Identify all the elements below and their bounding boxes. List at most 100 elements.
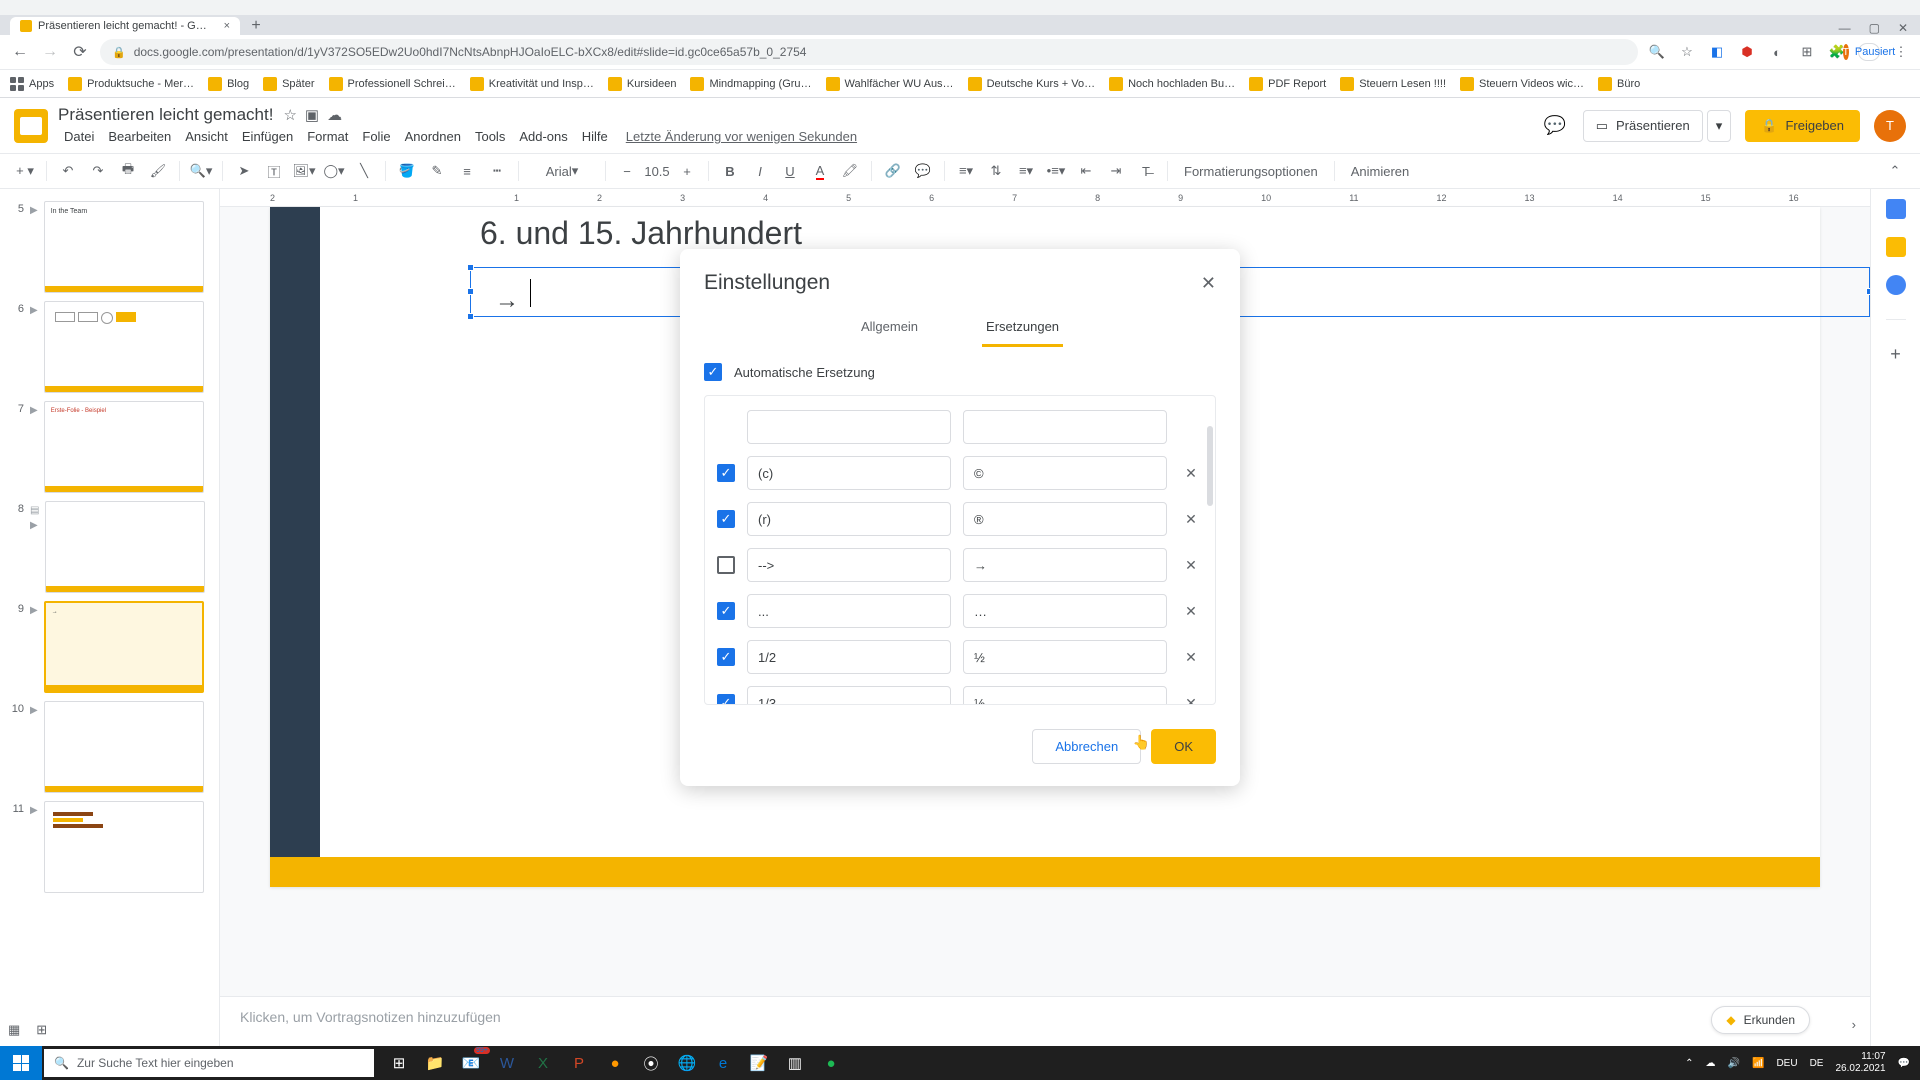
bookmark-item[interactable]: Kursideen xyxy=(608,77,677,91)
close-window-icon[interactable]: ✕ xyxy=(1898,21,1908,35)
indent-decrease-icon[interactable]: ⇤ xyxy=(1073,158,1099,184)
paint-format-icon[interactable]: 🖌 xyxy=(145,158,171,184)
menu-bearbeiten[interactable]: Bearbeiten xyxy=(102,127,177,146)
tab-general[interactable]: Allgemein xyxy=(857,309,922,347)
replace-to-input[interactable] xyxy=(963,548,1167,582)
forward-icon[interactable]: → xyxy=(40,42,60,62)
replace-to-input[interactable] xyxy=(963,594,1167,628)
slide-thumb[interactable] xyxy=(45,501,205,593)
present-dropdown[interactable]: ▾ xyxy=(1707,110,1732,142)
replace-from-input[interactable] xyxy=(747,686,951,705)
cancel-button[interactable]: Abbrechen 👆 xyxy=(1032,729,1141,764)
menu-folie[interactable]: Folie xyxy=(356,127,396,146)
cloud-icon[interactable]: ☁ xyxy=(327,106,342,124)
present-button[interactable]: ▭ Präsentieren xyxy=(1583,110,1703,142)
italic-icon[interactable]: I xyxy=(747,158,773,184)
excel-icon[interactable]: X xyxy=(526,1049,560,1077)
slide-thumb[interactable] xyxy=(44,701,204,793)
bookmark-item[interactable]: PDF Report xyxy=(1249,77,1326,91)
chrome-icon[interactable]: 🌐 xyxy=(670,1049,704,1077)
row-checkbox[interactable]: ✓ xyxy=(717,648,735,666)
print-icon[interactable]: 🖶 xyxy=(115,158,141,184)
explorer-icon[interactable]: 📁 xyxy=(418,1049,452,1077)
calendar-icon[interactable] xyxy=(1886,199,1906,219)
underline-icon[interactable]: U xyxy=(777,158,803,184)
menu-icon[interactable]: ⋮ xyxy=(1892,43,1910,61)
text-color-icon[interactable]: A xyxy=(807,158,833,184)
maximize-icon[interactable]: ▢ xyxy=(1869,21,1880,35)
fill-color-icon[interactable]: 🪣 xyxy=(394,158,420,184)
row-checkbox[interactable]: ✓ xyxy=(717,694,735,705)
bookmark-item[interactable]: Später xyxy=(263,77,314,91)
replace-to-input[interactable] xyxy=(963,640,1167,674)
language-indicator[interactable]: DEU xyxy=(1776,1058,1797,1069)
bookmark-item[interactable]: Kreativität und Insp… xyxy=(470,77,594,91)
minimize-icon[interactable]: — xyxy=(1839,21,1851,35)
highlight-icon[interactable]: 🖍 xyxy=(837,158,863,184)
bulleted-list-icon[interactable]: •≡▾ xyxy=(1043,158,1069,184)
scrollbar[interactable] xyxy=(1207,426,1213,506)
bookmark-item[interactable]: Professionell Schrei… xyxy=(329,77,456,91)
line-spacing-icon[interactable]: ⇅ xyxy=(983,158,1009,184)
collapse-toolbar-icon[interactable]: ⌃ xyxy=(1882,158,1908,184)
replace-from-input[interactable] xyxy=(747,502,951,536)
replace-to-input[interactable] xyxy=(963,502,1167,536)
clock[interactable]: 11:07 26.02.2021 xyxy=(1835,1051,1885,1075)
back-icon[interactable]: ← xyxy=(10,42,30,62)
shape-icon[interactable]: ◯▾ xyxy=(321,158,347,184)
next-arrow-icon[interactable]: › xyxy=(1852,1017,1856,1032)
align-icon[interactable]: ≡▾ xyxy=(953,158,979,184)
bookmark-item[interactable]: Steuern Videos wic… xyxy=(1460,77,1584,91)
filmstrip-view-icon[interactable]: ▦ xyxy=(8,1022,20,1038)
speaker-notes[interactable]: Klicken, um Vortragsnotizen hinzuzufügen xyxy=(220,996,1870,1046)
add-icon[interactable]: + xyxy=(1890,344,1901,365)
onedrive-icon[interactable]: ☁ xyxy=(1706,1058,1716,1069)
close-icon[interactable]: ✕ xyxy=(1201,273,1216,294)
task-view-icon[interactable]: ⊞ xyxy=(382,1049,416,1077)
notepad-icon[interactable]: 📝 xyxy=(742,1049,776,1077)
menu-format[interactable]: Format xyxy=(301,127,354,146)
taskbar-search[interactable]: 🔍 Zur Suche Text hier eingeben xyxy=(44,1049,374,1077)
app-icon[interactable]: ▥ xyxy=(778,1049,812,1077)
bookmark-item[interactable]: Noch hochladen Bu… xyxy=(1109,77,1235,91)
zoom-icon[interactable]: 🔍▾ xyxy=(188,158,214,184)
font-size-input[interactable]: 10.5 xyxy=(644,158,670,184)
replace-to-input[interactable] xyxy=(963,686,1167,705)
clear-format-icon[interactable]: T̶ xyxy=(1133,158,1159,184)
replace-from-input[interactable] xyxy=(747,548,951,582)
extension-icon[interactable]: ⊞ xyxy=(1798,43,1816,61)
comments-icon[interactable]: 💬 xyxy=(1541,112,1569,140)
keyboard-indicator[interactable]: DE xyxy=(1810,1058,1824,1069)
slide-thumb-selected[interactable]: → xyxy=(44,601,204,693)
replace-to-input[interactable] xyxy=(963,456,1167,490)
undo-icon[interactable]: ↶ xyxy=(55,158,81,184)
close-icon[interactable]: × xyxy=(224,20,230,32)
share-button[interactable]: 🔒 Freigeben xyxy=(1745,110,1860,142)
delete-icon[interactable]: ✕ xyxy=(1179,603,1203,620)
font-size-plus[interactable]: + xyxy=(674,158,700,184)
bold-icon[interactable]: B xyxy=(717,158,743,184)
delete-icon[interactable]: ✕ xyxy=(1179,695,1203,706)
substitution-table[interactable]: ✕ ✓ ✕ ✓ ✕ xyxy=(704,395,1216,705)
bookmark-item[interactable]: Wahlfächer WU Aus… xyxy=(826,77,954,91)
bookmark-item[interactable]: Steuern Lesen !!!! xyxy=(1340,77,1446,91)
last-edit-link[interactable]: Letzte Änderung vor wenigen Sekunden xyxy=(620,127,863,146)
extension-icon[interactable]: ◐ xyxy=(1768,43,1786,61)
animate-button[interactable]: Animieren xyxy=(1343,158,1418,184)
row-checkbox[interactable] xyxy=(717,556,735,574)
slide-thumb[interactable]: Erste-Folie - Beispiel xyxy=(44,401,204,493)
obs-icon[interactable]: ⦿ xyxy=(634,1049,668,1077)
row-checkbox[interactable]: ✓ xyxy=(717,464,735,482)
replace-from-input[interactable] xyxy=(747,640,951,674)
replace-from-input[interactable] xyxy=(747,456,951,490)
mail-icon[interactable]: 📧99+ xyxy=(454,1049,488,1077)
star-icon[interactable]: ☆ xyxy=(283,106,296,124)
profile-paused-button[interactable]: T Pausiert xyxy=(1858,43,1880,61)
border-weight-icon[interactable]: ≡ xyxy=(454,158,480,184)
bookmark-item[interactable]: Blog xyxy=(208,77,249,91)
replace-to-input[interactable] xyxy=(963,410,1167,444)
redo-icon[interactable]: ↷ xyxy=(85,158,111,184)
indent-increase-icon[interactable]: ⇥ xyxy=(1103,158,1129,184)
line-icon[interactable]: ╲ xyxy=(351,158,377,184)
tab-substitutions[interactable]: Ersetzungen xyxy=(982,309,1063,347)
